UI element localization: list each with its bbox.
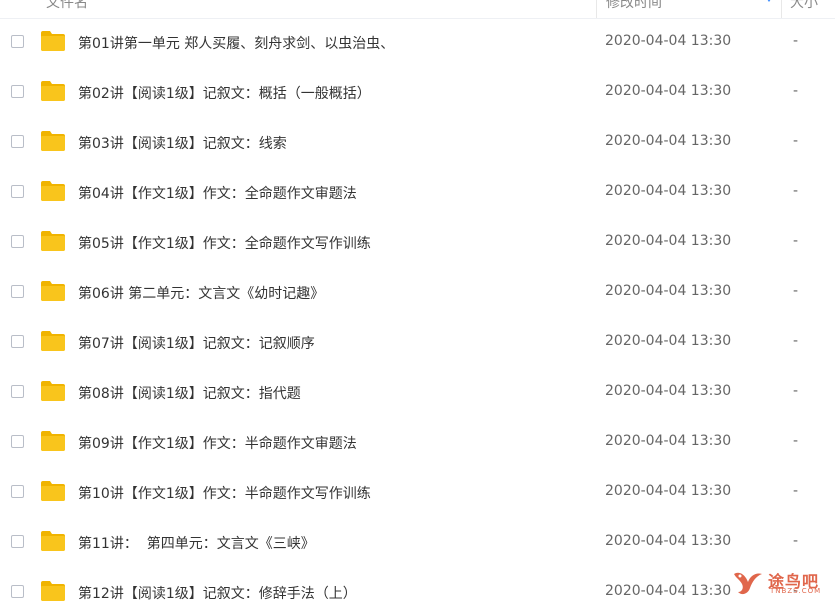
file-row[interactable]: 第03讲【阅读1级】记叙文：线索 2020-04-04 13:30 - xyxy=(0,118,835,168)
row-checkbox[interactable] xyxy=(11,485,24,498)
row-checkbox[interactable] xyxy=(11,585,24,598)
row-checkbox[interactable] xyxy=(11,135,24,148)
file-name[interactable]: 第02讲【阅读1级】记叙文：概括（一般概括） xyxy=(78,83,371,103)
bird-logo-icon xyxy=(734,572,762,595)
file-size: - xyxy=(793,533,799,549)
column-divider[interactable] xyxy=(781,0,782,18)
file-row[interactable]: 第06讲 第二单元：文言文《幼时记趣》 2020-04-04 13:30 - xyxy=(0,268,835,318)
file-size: - xyxy=(793,283,799,299)
row-checkbox[interactable] xyxy=(11,85,24,98)
folder-icon xyxy=(41,281,65,301)
row-checkbox[interactable] xyxy=(11,235,24,248)
folder-icon xyxy=(41,81,65,101)
file-name[interactable]: 第08讲【阅读1级】记叙文：指代题 xyxy=(78,383,301,403)
file-size: - xyxy=(793,83,799,99)
file-size: - xyxy=(793,383,799,399)
watermark-url: TNBZS.COM xyxy=(770,587,822,595)
row-checkbox[interactable] xyxy=(11,385,24,398)
modified-time: 2020-04-04 13:30 xyxy=(605,233,732,249)
folder-icon xyxy=(41,181,65,201)
file-row[interactable]: 第01讲第一单元 郑人买履、刻舟求剑、以虫治虫、 2020-04-04 13:30… xyxy=(0,18,835,68)
folder-icon xyxy=(41,581,65,601)
folder-icon xyxy=(41,431,65,451)
modified-time: 2020-04-04 13:30 xyxy=(605,533,732,549)
file-name[interactable]: 第11讲： 第四单元：文言文《三峡》 xyxy=(78,533,315,553)
file-size: - xyxy=(793,183,799,199)
file-name[interactable]: 第03讲【阅读1级】记叙文：线索 xyxy=(78,133,287,153)
row-checkbox[interactable] xyxy=(11,535,24,548)
modified-time: 2020-04-04 13:30 xyxy=(605,383,732,399)
modified-time: 2020-04-04 13:30 xyxy=(605,83,732,99)
modified-time: 2020-04-04 13:30 xyxy=(605,133,732,149)
file-row[interactable]: 第07讲【阅读1级】记叙文：记叙顺序 2020-04-04 13:30 - xyxy=(0,318,835,368)
file-size: - xyxy=(793,133,799,149)
row-checkbox[interactable] xyxy=(11,35,24,48)
row-checkbox[interactable] xyxy=(11,435,24,448)
file-size: - xyxy=(793,33,799,49)
file-name[interactable]: 第12讲【阅读1级】记叙文：修辞手法（上） xyxy=(78,583,357,602)
row-checkbox[interactable] xyxy=(11,285,24,298)
column-header: 文件名 修改时间 大小 xyxy=(0,0,835,19)
modified-time: 2020-04-04 13:30 xyxy=(605,333,732,349)
file-size: - xyxy=(793,233,799,249)
file-row[interactable]: 第08讲【阅读1级】记叙文：指代题 2020-04-04 13:30 - xyxy=(0,368,835,418)
folder-icon xyxy=(41,331,65,351)
file-row[interactable]: 第09讲【作文1级】作文：半命题作文审题法 2020-04-04 13:30 - xyxy=(0,418,835,468)
file-name[interactable]: 第04讲【作文1级】作文：全命题作文审题法 xyxy=(78,183,357,203)
folder-icon xyxy=(41,31,65,51)
file-name[interactable]: 第01讲第一单元 郑人买履、刻舟求剑、以虫治虫、 xyxy=(78,33,394,53)
file-row[interactable]: 第05讲【作文1级】作文：全命题作文写作训练 2020-04-04 13:30 - xyxy=(0,218,835,268)
folder-icon xyxy=(41,231,65,251)
header-name[interactable]: 文件名 xyxy=(46,0,88,12)
folder-icon xyxy=(41,131,65,151)
file-name[interactable]: 第07讲【阅读1级】记叙文：记叙顺序 xyxy=(78,333,315,353)
folder-icon xyxy=(41,481,65,501)
file-row[interactable]: 第02讲【阅读1级】记叙文：概括（一般概括） 2020-04-04 13:30 - xyxy=(0,68,835,118)
file-size: - xyxy=(793,333,799,349)
folder-icon xyxy=(41,381,65,401)
file-row[interactable]: 第11讲： 第四单元：文言文《三峡》 2020-04-04 13:30 - xyxy=(0,518,835,568)
file-name[interactable]: 第10讲【作文1级】作文：半命题作文写作训练 xyxy=(78,483,371,503)
file-size: - xyxy=(793,483,799,499)
modified-time: 2020-04-04 13:30 xyxy=(605,433,732,449)
file-row[interactable]: 第12讲【阅读1级】记叙文：修辞手法（上） 2020-04-04 13:30- xyxy=(0,568,835,602)
file-row[interactable]: 第04讲【作文1级】作文：全命题作文审题法 2020-04-04 13:30 - xyxy=(0,168,835,218)
file-name[interactable]: 第09讲【作文1级】作文：半命题作文审题法 xyxy=(78,433,357,453)
header-size[interactable]: 大小 xyxy=(790,0,818,12)
row-checkbox[interactable] xyxy=(11,185,24,198)
column-divider[interactable] xyxy=(596,0,597,18)
file-row[interactable]: 第10讲【作文1级】作文：半命题作文写作训练 2020-04-04 13:30 - xyxy=(0,468,835,518)
file-name[interactable]: 第06讲 第二单元：文言文《幼时记趣》 xyxy=(78,283,324,303)
file-size: - xyxy=(793,433,799,449)
watermark-logo: 途鸟吧 TNBZS.COM xyxy=(730,566,830,598)
file-list-page: 文件名 修改时间 大小 第01讲第一单元 郑人买履、刻舟求剑、以虫治虫、 2020… xyxy=(0,0,835,602)
header-modified-time[interactable]: 修改时间 xyxy=(606,0,662,12)
modified-time: 2020-04-04 13:30 xyxy=(605,583,732,599)
folder-icon xyxy=(41,531,65,551)
modified-time: 2020-04-04 13:30 xyxy=(605,283,732,299)
sort-desc-icon[interactable] xyxy=(765,0,773,2)
row-checkbox[interactable] xyxy=(11,335,24,348)
modified-time: 2020-04-04 13:30 xyxy=(605,33,732,49)
modified-time: 2020-04-04 13:30 xyxy=(605,483,732,499)
file-name[interactable]: 第05讲【作文1级】作文：全命题作文写作训练 xyxy=(78,233,371,253)
modified-time: 2020-04-04 13:30 xyxy=(605,183,732,199)
